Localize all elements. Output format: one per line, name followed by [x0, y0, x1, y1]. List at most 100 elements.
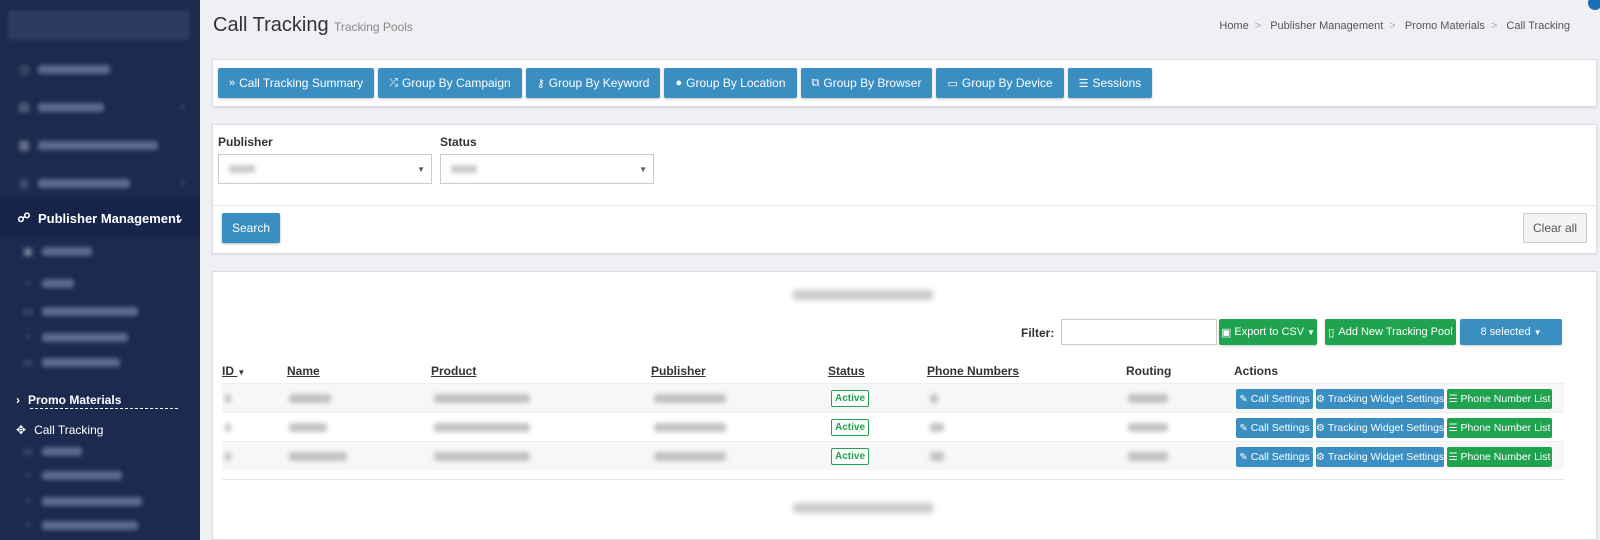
publisher-select[interactable]: ▼ [218, 154, 432, 184]
sidebar-item-call-tracking[interactable]: ✥ Call Tracking [16, 423, 103, 437]
add-new-tracking-pool-button[interactable]: ▯ Add New Tracking Pool [1325, 319, 1456, 345]
gear-icon: ⚙ [1315, 422, 1325, 434]
sidebar-item-4[interactable]: ◎ › [0, 164, 200, 202]
column-header-id[interactable]: ID ▼ [222, 364, 245, 378]
table-bottom-border [222, 479, 1564, 480]
call-settings-button[interactable]: ✎ Call Settings [1236, 447, 1313, 467]
list-icon: ☰ [1448, 393, 1458, 405]
caret-down-icon: ▼ [1533, 327, 1542, 337]
sidebar-subitem-4[interactable]: › [0, 324, 200, 350]
column-header-product[interactable]: Product [431, 364, 476, 378]
sidebar-item-publisher-management[interactable]: ☍ Publisher Management ⌄ [0, 199, 200, 237]
phone-number-list-button[interactable]: ☰ Phone Number List [1447, 389, 1552, 409]
column-header-phone-numbers[interactable]: Phone Numbers [927, 364, 1019, 378]
table-row: Active ✎ Call Settings ⚙ Tracking Widget S… [222, 441, 1564, 470]
call-settings-button[interactable]: ✎ Call Settings [1236, 418, 1313, 438]
filter-label: Filter: [1021, 326, 1055, 340]
tracking-widget-settings-button[interactable]: ⚙ Tracking Widget Settings [1316, 389, 1444, 409]
report-tabs-panel: » Call Tracking Summary ⤮ Group By Campaig… [212, 59, 1597, 107]
list-icon: ☰ [1448, 422, 1458, 434]
divider [213, 205, 1596, 206]
pencil-icon: ✎ [1239, 422, 1248, 434]
tab-group-by-device[interactable]: ▭ Group By Device [936, 68, 1064, 98]
column-visibility-button[interactable]: 8 selected ▼ [1460, 319, 1562, 345]
breadcrumb-publisher-management[interactable]: Publisher Management [1270, 20, 1383, 32]
shuffle-icon: ⤮ [389, 76, 398, 89]
table-row: Active ✎ Call Settings ⚙ Tracking Widget S… [222, 383, 1564, 412]
tracking-pools-table-panel: Filter: ▣ Export to CSV ▼ ▯ Add New Trackin… [212, 271, 1597, 540]
sort-desc-icon: ▼ [237, 368, 246, 377]
gear-icon: ⚙ [1315, 393, 1325, 405]
breadcrumb-home[interactable]: Home [1219, 20, 1248, 32]
list-icon: ☰ [1078, 77, 1089, 90]
tracking-widget-settings-button[interactable]: ⚙ Tracking Widget Settings [1316, 418, 1444, 438]
sidebar-item-dashboard[interactable]: ◷ [0, 50, 200, 88]
sidebar-search-input[interactable] [8, 10, 190, 40]
status-select[interactable]: ▼ [440, 154, 654, 184]
tab-call-tracking-summary[interactable]: » Call Tracking Summary [218, 68, 375, 98]
sidebar-subitem-3[interactable]: ▭ [0, 298, 200, 324]
sidebar-item-promo-materials[interactable]: › Promo Materials [16, 393, 121, 407]
file-icon: ▯ [1328, 326, 1335, 339]
key-icon: ⚷ [536, 77, 545, 90]
crosshair-icon: ✥ [16, 423, 27, 437]
filter-input[interactable] [1061, 319, 1217, 345]
export-csv-button[interactable]: ▣ Export to CSV ▼ [1219, 319, 1317, 345]
file-excel-icon: ▣ [1220, 326, 1232, 339]
sidebar-subitem-6[interactable]: ▭ [0, 438, 200, 464]
table-info-bottom [793, 503, 933, 513]
phone-number-list-button[interactable]: ☰ Phone Number List [1447, 418, 1552, 438]
caret-down-icon: ▼ [417, 165, 425, 174]
search-button[interactable]: Search [222, 213, 280, 243]
column-header-routing: Routing [1126, 364, 1172, 378]
call-settings-button[interactable]: ✎ Call Settings [1236, 389, 1313, 409]
promo-underline [30, 408, 178, 409]
chevron-down-icon: ⌄ [174, 212, 184, 225]
status-badge: Active [831, 419, 869, 436]
table-row: Active ✎ Call Settings ⚙ Tracking Widget S… [222, 412, 1564, 442]
clear-all-button[interactable]: Clear all [1523, 213, 1587, 243]
status-label: Status [440, 135, 477, 149]
windows-icon: ⧉ [811, 76, 820, 89]
caret-down-icon: ▼ [639, 165, 647, 174]
sidebar-subitem-2[interactable]: › [0, 270, 200, 296]
tracking-widget-settings-button[interactable]: ⚙ Tracking Widget Settings [1316, 447, 1444, 467]
sidebar-item-label: Publisher Management [38, 210, 181, 226]
column-header-status[interactable]: Status [828, 364, 865, 378]
double-chevron-right-icon: » [229, 77, 236, 89]
tab-group-by-campaign[interactable]: ⤮ Group By Campaign [378, 68, 522, 98]
tab-group-by-keyword[interactable]: ⚷ Group By Keyword [525, 68, 661, 98]
breadcrumb-promo-materials[interactable]: Promo Materials [1405, 20, 1485, 32]
list-icon: ☰ [1448, 451, 1458, 463]
gear-icon: ⚙ [1315, 451, 1325, 463]
tab-sessions[interactable]: ☰ Sessions [1067, 68, 1153, 98]
column-header-name[interactable]: Name [287, 364, 320, 378]
sidebar: ◷ ▤ › ▦ ◎ › ☍ Publisher Management ⌄ ▣ › ▭… [0, 0, 200, 540]
breadcrumb-call-tracking: Call Tracking [1506, 20, 1570, 32]
publisher-label: Publisher [218, 135, 273, 149]
laptop-icon: ▭ [947, 77, 958, 90]
users-icon: ☍ [17, 210, 31, 225]
sidebar-subitem-8[interactable]: › [0, 488, 200, 514]
sidebar-item-2[interactable]: ▤ › [0, 88, 200, 126]
status-badge: Active [831, 448, 869, 465]
chevron-right-icon: › [16, 393, 20, 407]
drop-icon [1585, 0, 1600, 13]
pencil-icon: ✎ [1239, 393, 1248, 405]
filters-panel: Publisher ▼ Status ▼ Search Clear all [212, 124, 1597, 254]
caret-down-icon: ▼ [1307, 327, 1316, 337]
sidebar-subitem-1[interactable]: ▣ [0, 238, 200, 264]
page-title: Call Tracking [213, 14, 329, 36]
breadcrumb: Home > Publisher Management > Promo Materi… [1219, 20, 1570, 32]
tab-group-by-browser[interactable]: ⧉ Group By Browser [800, 68, 933, 98]
sidebar-item-3[interactable]: ▦ [0, 126, 200, 164]
status-badge: Active [831, 390, 869, 407]
sidebar-subitem-5[interactable]: ▭ [0, 349, 200, 375]
sidebar-subitem-9[interactable]: › [0, 512, 200, 538]
column-header-publisher[interactable]: Publisher [651, 364, 706, 378]
column-header-actions: Actions [1234, 364, 1279, 378]
tab-group-by-location[interactable]: ● Group By Location [664, 68, 797, 98]
sidebar-subitem-7[interactable]: › [0, 462, 200, 488]
pencil-icon: ✎ [1239, 451, 1248, 463]
phone-number-list-button[interactable]: ☰ Phone Number List [1447, 447, 1552, 467]
